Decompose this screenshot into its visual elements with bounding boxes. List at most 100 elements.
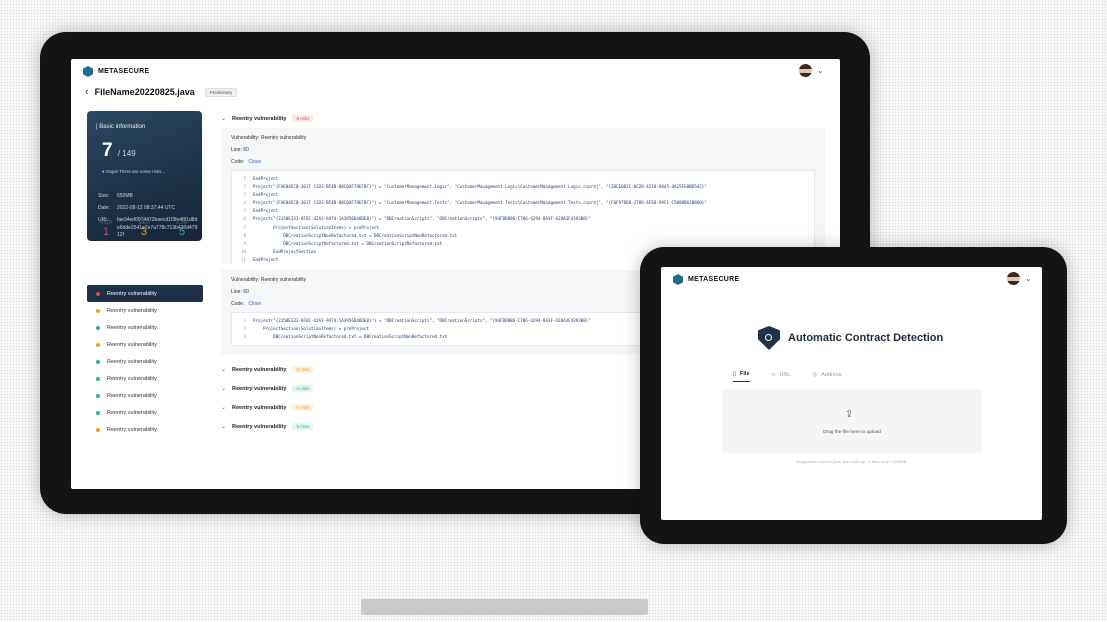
date-value: 2022-08-12 08:37:44 UTC [117,205,176,211]
code-line: 4 Project("{FAE04EC0-301F-11D3-BF4B-00C04… [232,199,814,207]
severity-dot-icon [96,325,100,330]
line-label: Line: [231,147,242,153]
upload-icon: ⇪ [845,409,854,420]
code-row: Code: Close [231,156,815,168]
chevron-down-icon: ⌄ [221,367,227,374]
nav-item-label: Reentry vulnerability [107,358,157,365]
logo-icon [83,66,93,77]
score-total: / 149 [117,149,136,158]
code-line: 3 EndProject [232,191,814,199]
line-number: 8 [243,232,246,238]
line-number: 4 [243,200,246,206]
address-icon: ◎ [812,371,818,378]
tab-url[interactable]: ∞ URL [772,371,791,382]
nav-item[interactable]: Reentry vulnerability [87,387,203,404]
group-header[interactable]: ⌄ Reentry vulnerability 8 risks [221,109,825,128]
warning-text: Oops! There are some risks... [105,169,166,174]
code-text: Project("{FAE04EC0-301F-11D3-BF4B-00C04F… [253,200,707,206]
logo[interactable]: METASECURE [673,274,739,285]
upload-hint: Drag the file here to upload [823,430,881,435]
nav-item-label: Reentry vulnerability [107,426,157,433]
line-number: 2 [243,184,246,190]
chevron-down-icon: ⌄ [221,405,227,412]
tab-file[interactable]: ▯ File [733,371,750,382]
user-menu[interactable]: ⌄ [799,64,824,77]
nav-item[interactable]: Reentry vulnerability [87,285,203,302]
nav-item-label: Reentry vulnerability [107,290,157,297]
link-icon: ∞ [771,371,776,378]
nav-item[interactable]: Reentry vulnerability [87,319,203,336]
severity-low: LOW 5 [170,220,194,239]
code-text: DBCreationScriptNonRefactored.txt = DBCr… [253,232,458,238]
code-line: 1 EndProject [232,175,814,183]
page-title: FileName20220825.java [94,87,195,97]
logo[interactable]: METASECURE [83,66,149,77]
line-row: Line: 60 [231,144,815,156]
nav-item[interactable]: Reentry vulnerability [87,353,203,370]
code-line: 7 ProjectSection(SolutionItems) = prePro… [232,224,814,232]
vuln-row: Vulnerability: Reentry vulnerability [231,132,815,144]
vuln-label: Vulnerability: [231,135,260,141]
vuln-value: Reentry vulnerability [260,135,307,141]
severity-count: 1 [102,226,110,238]
vuln-value: Reentry vulnerability [260,277,307,283]
risk-warning: ● Oops! There are some risks... [102,169,165,174]
line-number: 2 [243,326,246,332]
input-tabs: ▯ File ∞ URL ◎ Address [733,371,841,382]
close-link[interactable]: Close [248,301,261,307]
nav-item[interactable]: Reentry vulnerability [87,404,203,421]
chevron-down-icon: ⌄ [221,386,227,393]
group-title: Reentry vulnerability [232,423,287,430]
risk-badge: 2 risks [292,366,314,374]
size-value: 650MB [117,193,133,199]
top-bar: METASECURE ⌄ [661,267,1042,291]
upload-dropzone[interactable]: ⇪ Drag the file here to upload [722,389,982,453]
size-row: Size: 650MB [98,193,133,200]
nav-item[interactable]: Reentry vulnerability [87,421,203,438]
date-label: Date: [98,205,110,211]
nav-item[interactable]: Reentry vulnerability [87,302,203,319]
chevron-down-icon: ⌄ [221,424,227,431]
tab-address[interactable]: ◎ Address [812,371,841,382]
line-number: 3 [243,334,246,340]
tablet-screen: METASECURE ⌄ Automatic Contract Detectio… [661,267,1042,520]
line-number: 1 [243,176,246,181]
warning-icon: ● [102,169,105,174]
code-text: Project("{2150E333-8FDC-42A3-9474-1A3956… [253,318,591,323]
severity-count: 3 [140,226,148,238]
nav-item[interactable]: Reentry vulnerability [87,336,203,353]
severity-dot-icon [96,359,100,364]
risk-badge: 0 risks [292,404,314,412]
caption-bar [361,599,648,615]
hero-title: Automatic Contract Detection [758,326,943,350]
risk-badge: 0 risks [292,385,314,393]
supported-formats: Supported: sol sol.json json pdf zip, 1 … [796,459,907,464]
code-text: Project("{FAE04EC0-301F-11D3-BF4B-00C04F… [253,184,707,190]
code-text: DBCreationScriptNonRefactored.txt = DBCr… [253,334,448,340]
code-text: EndProject [253,208,279,214]
user-menu[interactable]: ⌄ [1007,272,1032,285]
status-badge: Preliminary [204,87,238,97]
chevron-down-icon: ⌄ [1025,274,1032,283]
close-link[interactable]: Close [248,159,261,165]
severity-dot-icon [96,393,100,398]
back-arrow-icon[interactable]: ‹ [85,86,89,98]
line-number: 11 [240,256,246,262]
breadcrumb: ‹ FileName20220825.java Preliminary [85,86,238,98]
severity-dot-icon [96,308,100,313]
group-title: Reentry vulnerability [232,366,287,373]
line-value: 60 [243,289,249,295]
code-text: Project("{2150E333-8FDC-42A3-9474-1A3956… [253,216,591,222]
nav-item-label: Reentry vulnerability [107,307,157,314]
severity-dot-icon [96,376,100,381]
risk-badge: 5 risks [292,423,314,431]
tab-label: URL [779,371,791,378]
code-text: EndProject [253,256,279,262]
line-number: 10 [240,248,246,254]
nav-item[interactable]: Reentry vulnerability [87,370,203,387]
code-line: 2 Project("{FAE04EC0-301F-11D3-BF4B-00C04… [232,183,814,191]
vulnerability-detail: Vulnerability: Reentry vulnerability Line… [221,128,825,264]
vulnerability-nav: Reentry vulnerability Reentry vulnerabili… [87,285,203,438]
group-title: Reentry vulnerability [232,404,287,411]
line-number: 1 [243,318,246,323]
